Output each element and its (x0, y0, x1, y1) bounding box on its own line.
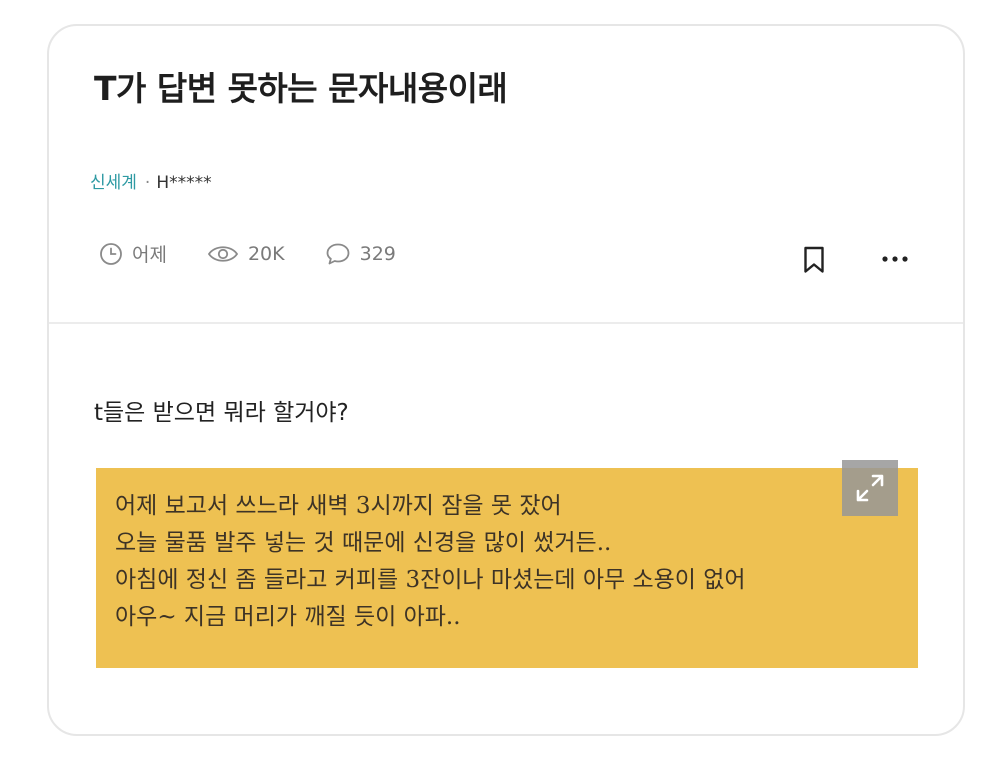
message-line: 아침에 정신 좀 들라고 커피를 3잔이나 마셨는데 아무 소용이 없어 (115, 567, 746, 593)
post-card: T가 답변 못하는 문자내용이래 신세계 ·H***** 어제 20K 329 (47, 24, 965, 736)
meta-separator: · (144, 173, 151, 193)
more-button[interactable] (877, 244, 913, 274)
post-time: 어제 (132, 244, 167, 266)
post-stats: 어제 20K 329 (99, 240, 436, 267)
message-line: 오늘 물품 발주 넣는 것 때문에 신경을 많이 썼거든.. (115, 530, 612, 556)
post-title: T가 답변 못하는 문자내용이래 (94, 69, 508, 108)
message-line: 어제 보고서 쓰느라 새벽 3시까지 잠을 못 잤어 (115, 493, 562, 519)
eye-icon (207, 245, 239, 262)
bookmark-icon (804, 246, 824, 273)
more-icon (882, 256, 908, 262)
comments-stat[interactable]: 329 (325, 242, 396, 266)
section-divider (49, 322, 963, 324)
expand-icon (856, 474, 884, 502)
post-meta: 신세계 · H***** (90, 168, 212, 193)
message-image: 어제 보고서 쓰느라 새벽 3시까지 잠을 못 잤어 오늘 물품 발주 넣는 것… (96, 460, 918, 668)
comment-icon (326, 243, 350, 264)
time-stat: 어제 (99, 240, 167, 267)
expand-image-button[interactable] (842, 460, 898, 516)
message-line: 아우~ 지금 머리가 깨질 듯이 아파.. (115, 604, 461, 630)
author-name[interactable]: H***** (156, 173, 211, 193)
board-link[interactable]: 신세계 (90, 173, 137, 193)
bookmark-button[interactable] (803, 246, 825, 278)
post-question: t들은 받으면 뭐라 할거야? (94, 400, 349, 426)
comment-count: 329 (359, 242, 396, 265)
clock-icon (100, 242, 122, 265)
views-stat: 20K (207, 243, 285, 265)
view-count: 20K (247, 242, 285, 265)
message-text: 어제 보고서 쓰느라 새벽 3시까지 잠을 못 잤어 오늘 물품 발주 넣는 것… (115, 488, 746, 636)
